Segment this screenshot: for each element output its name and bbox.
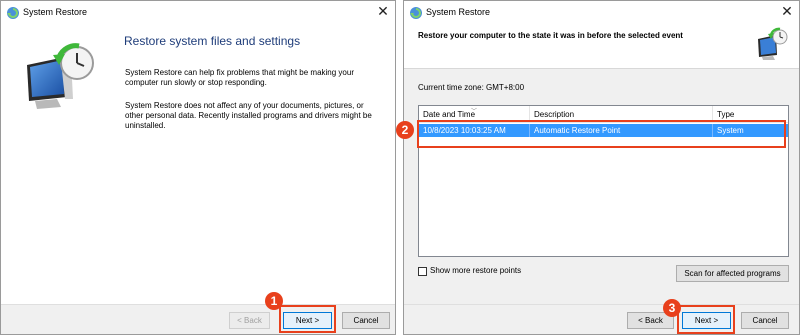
scan-affected-programs-button[interactable]: Scan for affected programs	[676, 265, 789, 282]
dialog-body: Current time zone: GMT+8:00 Date and Tim…	[404, 69, 799, 304]
title-bar[interactable]: System Restore ✕	[1, 1, 395, 25]
system-restore-icon	[27, 43, 94, 109]
restore-point-highlight	[417, 120, 786, 148]
show-more-checkbox[interactable]	[418, 267, 427, 276]
dialog-header: Restore your computer to the state it wa…	[404, 25, 799, 69]
back-button[interactable]: < Back	[229, 312, 270, 329]
system-restore-icon	[758, 27, 788, 60]
cancel-button[interactable]: Cancel	[741, 312, 789, 329]
system-restore-window-select-point: System Restore ✕ Restore your computer t…	[396, 0, 800, 335]
close-button[interactable]: ✕	[371, 1, 395, 23]
step-badge-3: 3	[663, 299, 681, 317]
step-badge-2: 2	[396, 121, 414, 139]
title-bar[interactable]: System Restore ✕	[404, 1, 799, 25]
window-title: System Restore	[23, 7, 88, 17]
close-button[interactable]: ✕	[775, 1, 799, 23]
show-more-label: Show more restore points	[430, 266, 522, 275]
next-button-highlight	[279, 305, 336, 333]
sort-indicator-icon: ﹀	[471, 109, 478, 115]
system-restore-icon	[7, 7, 19, 19]
sidebar	[1, 25, 109, 306]
page-title: Restore your computer to the state it wa…	[418, 31, 683, 40]
system-restore-window-intro: System Restore ✕ Restore system files an…	[0, 0, 396, 335]
timezone-label: Current time zone: GMT+8:00	[418, 83, 525, 92]
system-restore-icon	[410, 7, 422, 19]
page-title: Restore system files and settings	[124, 34, 301, 48]
note-paragraph: System Restore does not affect any of yo…	[125, 101, 372, 130]
step-badge-1: 1	[265, 292, 283, 310]
description-paragraph: System Restore can help fix problems tha…	[125, 68, 354, 87]
next-button-highlight	[677, 305, 735, 334]
dialog-footer: < Back Next > Cancel	[404, 304, 799, 334]
cancel-button[interactable]: Cancel	[342, 312, 390, 329]
window-title: System Restore	[426, 7, 491, 17]
